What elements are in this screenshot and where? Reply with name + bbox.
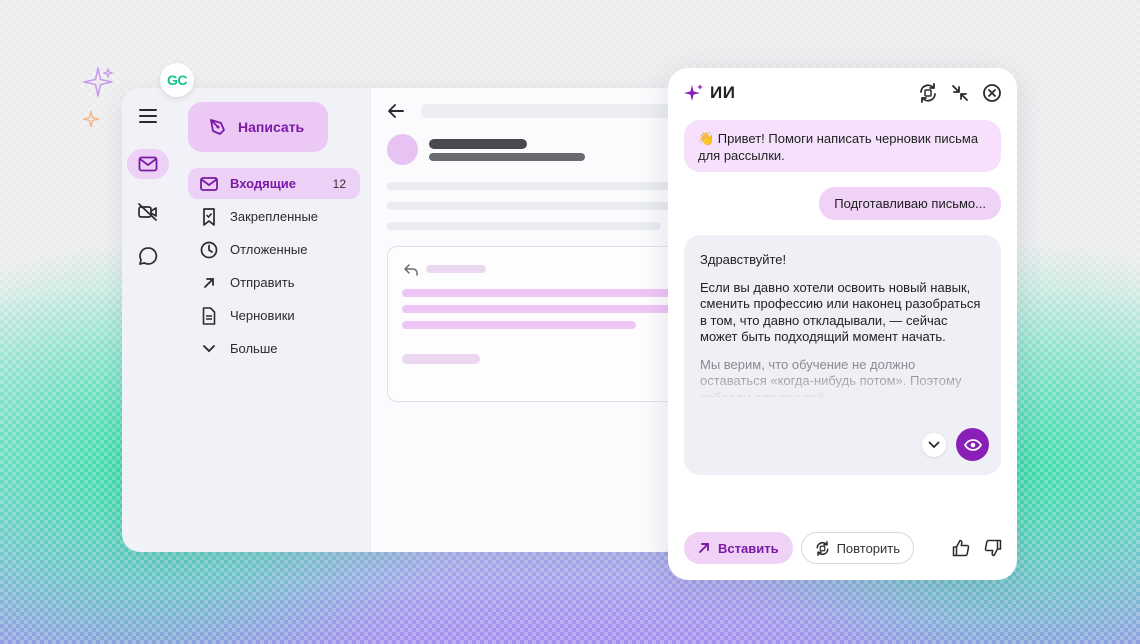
folder-list: Входящие 12 Закрепленные Отложенные Отпр…	[188, 168, 360, 366]
mail-icon	[200, 176, 218, 191]
text-line-placeholder	[387, 182, 682, 190]
thumbs-down-icon	[984, 539, 1002, 557]
status-message-text: Подготавливаю письмо...	[834, 196, 986, 211]
ai-assistant-panel: ИИ 👋 Привет! Помоги написать черновик пи…	[668, 68, 1017, 580]
back-arrow-icon[interactable]	[387, 103, 405, 119]
icon-rail	[122, 88, 174, 552]
reply-draft-card[interactable]	[387, 246, 682, 402]
folder-label: Отложенные	[230, 242, 308, 257]
folder-label: Входящие	[230, 176, 296, 191]
pin-bookmark-icon	[203, 207, 215, 226]
refresh-button[interactable]	[917, 82, 939, 104]
reply-header-placeholder	[426, 265, 486, 273]
folder-label: Отправить	[230, 275, 295, 290]
rail-chat-button[interactable]	[127, 241, 169, 271]
ai-sparkle-icon	[684, 84, 703, 101]
preview-button[interactable]	[956, 428, 989, 461]
draft-line-placeholder	[402, 305, 682, 313]
reply-greeting: Здравствуйте!	[700, 252, 787, 267]
thumbs-up-button[interactable]	[951, 538, 971, 558]
expand-reply-button[interactable]	[922, 433, 946, 457]
gc-logo-badge: GC	[160, 63, 194, 97]
clock-icon	[200, 241, 218, 258]
repeat-button[interactable]: Повторить	[800, 532, 915, 564]
mail-icon	[138, 156, 158, 172]
pen-icon	[210, 119, 225, 135]
feedback-buttons	[951, 538, 1003, 558]
ai-panel-actions	[917, 82, 1003, 104]
folder-sent[interactable]: Отправить	[188, 267, 360, 298]
collapse-button[interactable]	[949, 82, 971, 104]
insert-button[interactable]: Вставить	[684, 532, 793, 564]
chevron-down-icon	[203, 344, 215, 352]
menu-icon	[139, 109, 157, 123]
rail-mail-button[interactable]	[127, 149, 169, 179]
arrow-up-right-icon	[204, 277, 214, 288]
ai-reply-bubble: Здравствуйте! Если вы давно хотели освои…	[684, 235, 1001, 475]
text-line-placeholder	[387, 222, 661, 230]
sender-avatar	[387, 134, 418, 165]
thumbs-up-icon	[952, 539, 970, 557]
close-icon	[983, 84, 1001, 102]
arrow-up-right-icon	[699, 543, 709, 553]
video-off-icon	[138, 203, 157, 221]
user-message-text: 👋 Привет! Помоги написать черновик письм…	[698, 131, 979, 163]
user-message-bubble: 👋 Привет! Помоги написать черновик письм…	[684, 120, 1001, 172]
compose-button[interactable]: Написать	[188, 102, 328, 152]
rail-video-button[interactable]	[127, 197, 169, 227]
chevron-down-icon	[928, 441, 940, 449]
refresh-icon	[920, 83, 936, 103]
folder-label: Закрепленные	[230, 209, 319, 224]
ai-panel-footer: Вставить Повторить	[684, 532, 1003, 564]
folder-pinned[interactable]: Закрепленные	[188, 201, 360, 232]
gc-logo-text: GC	[167, 72, 188, 88]
sender-email-placeholder	[429, 153, 585, 161]
signature-placeholder	[402, 354, 480, 364]
ai-panel-header: ИИ	[684, 82, 1003, 104]
folder-drafts[interactable]: Черновики	[188, 300, 360, 331]
document-icon	[202, 306, 216, 325]
folder-inbox[interactable]: Входящие 12	[188, 168, 360, 199]
reply-paragraph-faded: Мы верим, что обучение не должно остават…	[700, 356, 962, 397]
thumbs-down-button[interactable]	[983, 538, 1003, 558]
sparkle-small-icon	[82, 110, 100, 128]
collapse-arrows-icon	[952, 85, 968, 101]
folder-more[interactable]: Больше	[188, 333, 360, 364]
ai-panel-title: ИИ	[710, 83, 736, 102]
mail-window: Написать Входящие 12 Закрепленные Отложе…	[122, 88, 682, 552]
reply-paragraph: Если вы давно хотели освоить новый навык…	[700, 279, 981, 345]
status-message-bubble: Подготавливаю письмо...	[819, 187, 1001, 220]
eye-icon	[963, 438, 982, 451]
draft-line-placeholder	[402, 289, 682, 297]
insert-label: Вставить	[718, 540, 779, 556]
compose-label: Написать	[238, 119, 305, 135]
draft-line-placeholder	[402, 321, 636, 329]
reply-icon	[404, 264, 418, 276]
folder-snoozed[interactable]: Отложенные	[188, 234, 360, 265]
text-line-placeholder	[387, 202, 682, 210]
sparkle-large-icon	[83, 67, 114, 97]
chat-icon	[139, 247, 158, 265]
close-button[interactable]	[981, 82, 1003, 104]
refresh-icon	[816, 540, 829, 556]
unread-count: 12	[332, 176, 346, 191]
sender-name-placeholder	[429, 139, 527, 149]
menu-button[interactable]	[127, 101, 169, 131]
message-view	[370, 88, 682, 552]
folder-label: Черновики	[230, 308, 295, 323]
subject-placeholder	[421, 104, 682, 118]
repeat-label: Повторить	[836, 540, 901, 556]
folder-label: Больше	[230, 341, 278, 356]
